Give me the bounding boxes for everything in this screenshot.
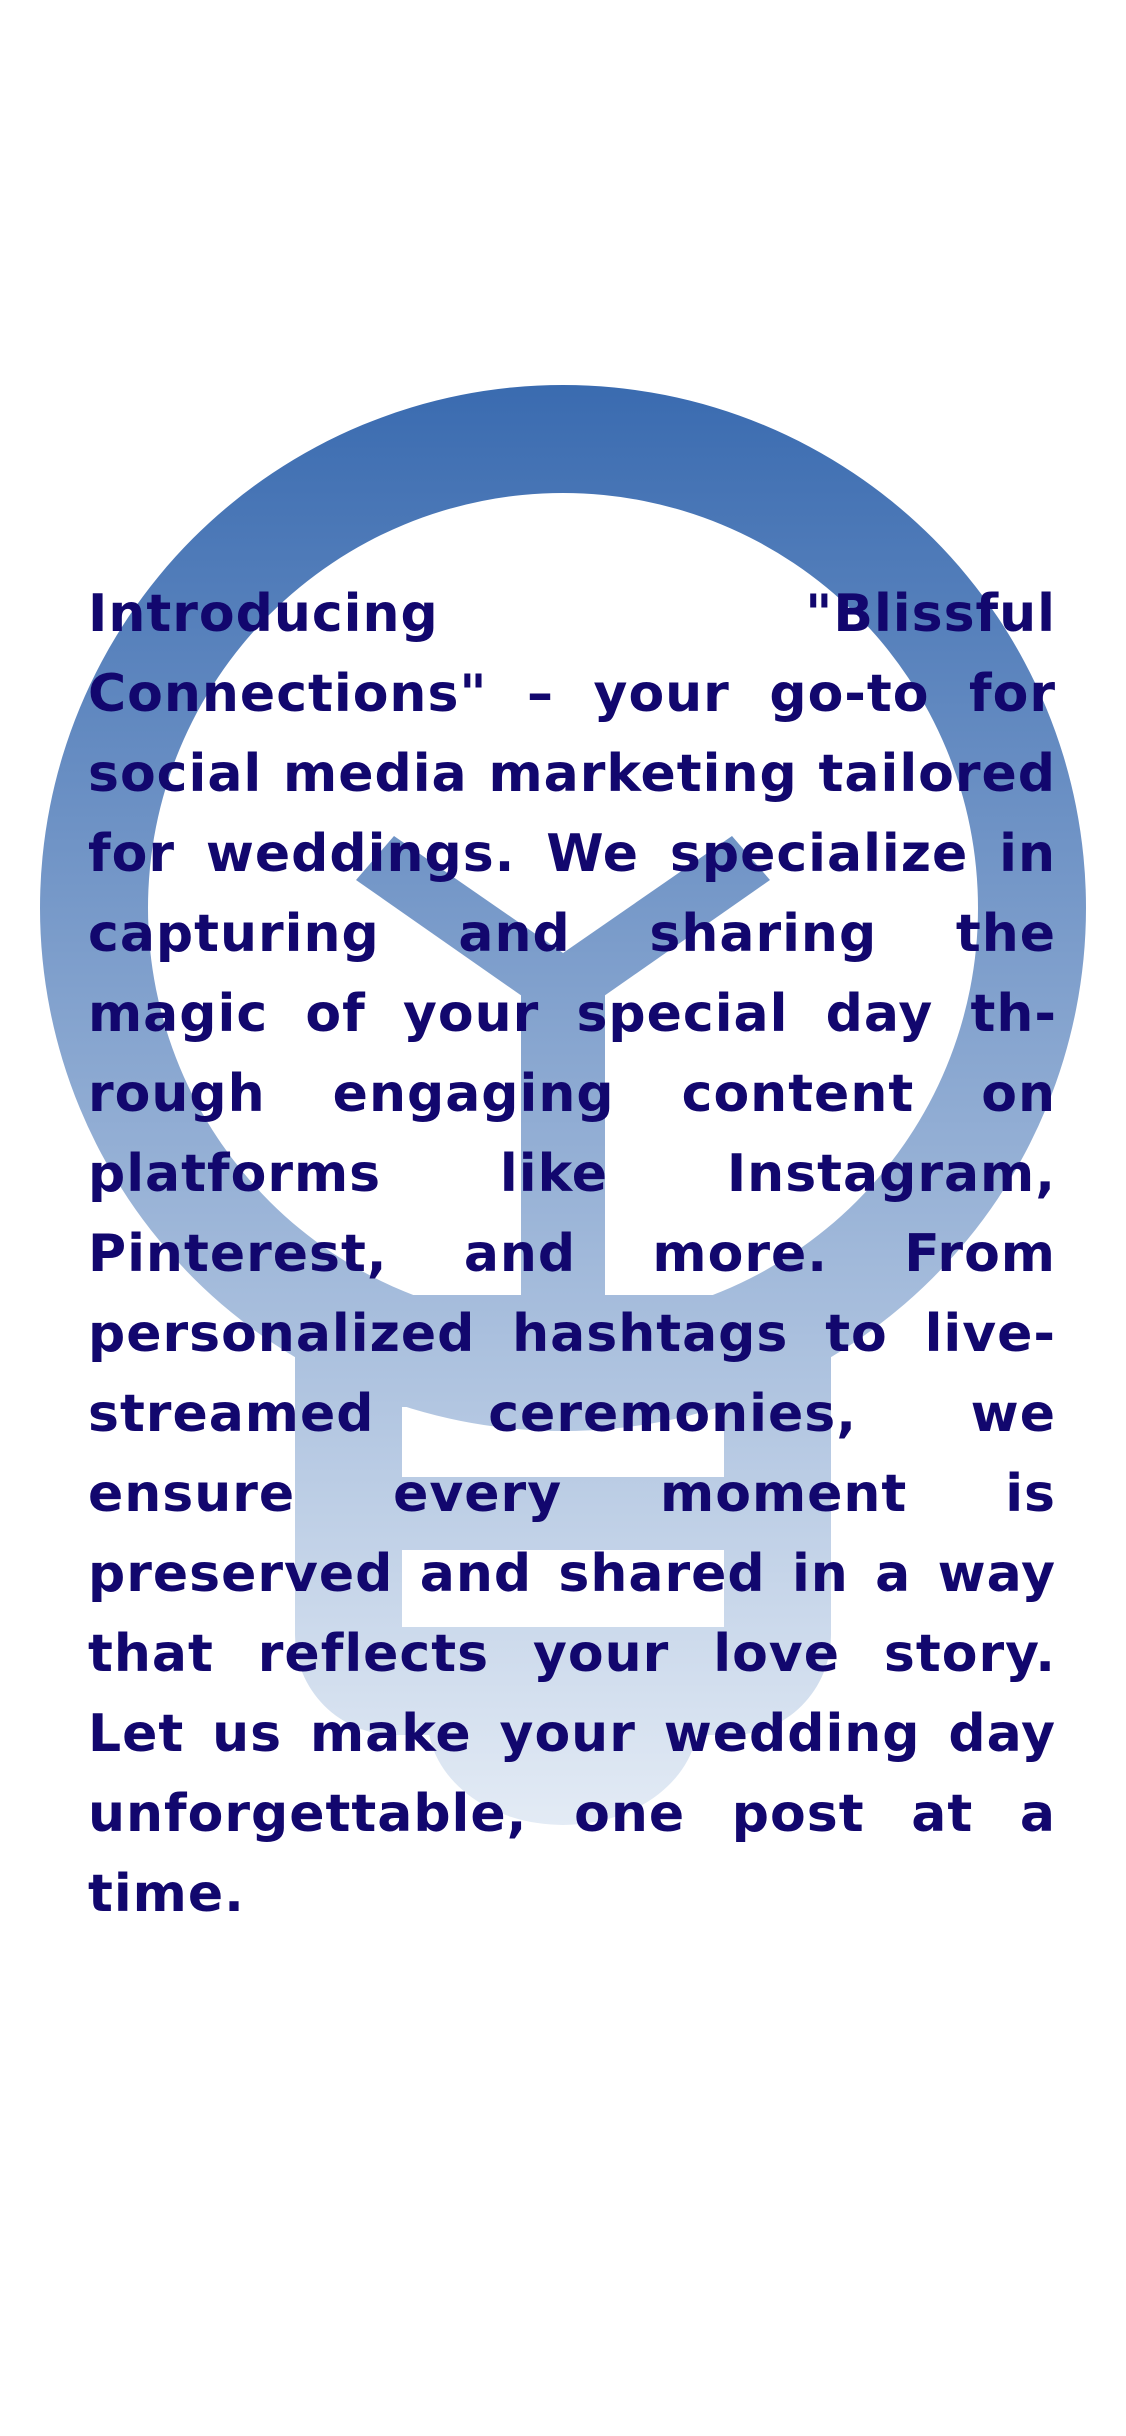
promo-text: Introducing "Blissful Connections" – you… — [88, 584, 1056, 1924]
